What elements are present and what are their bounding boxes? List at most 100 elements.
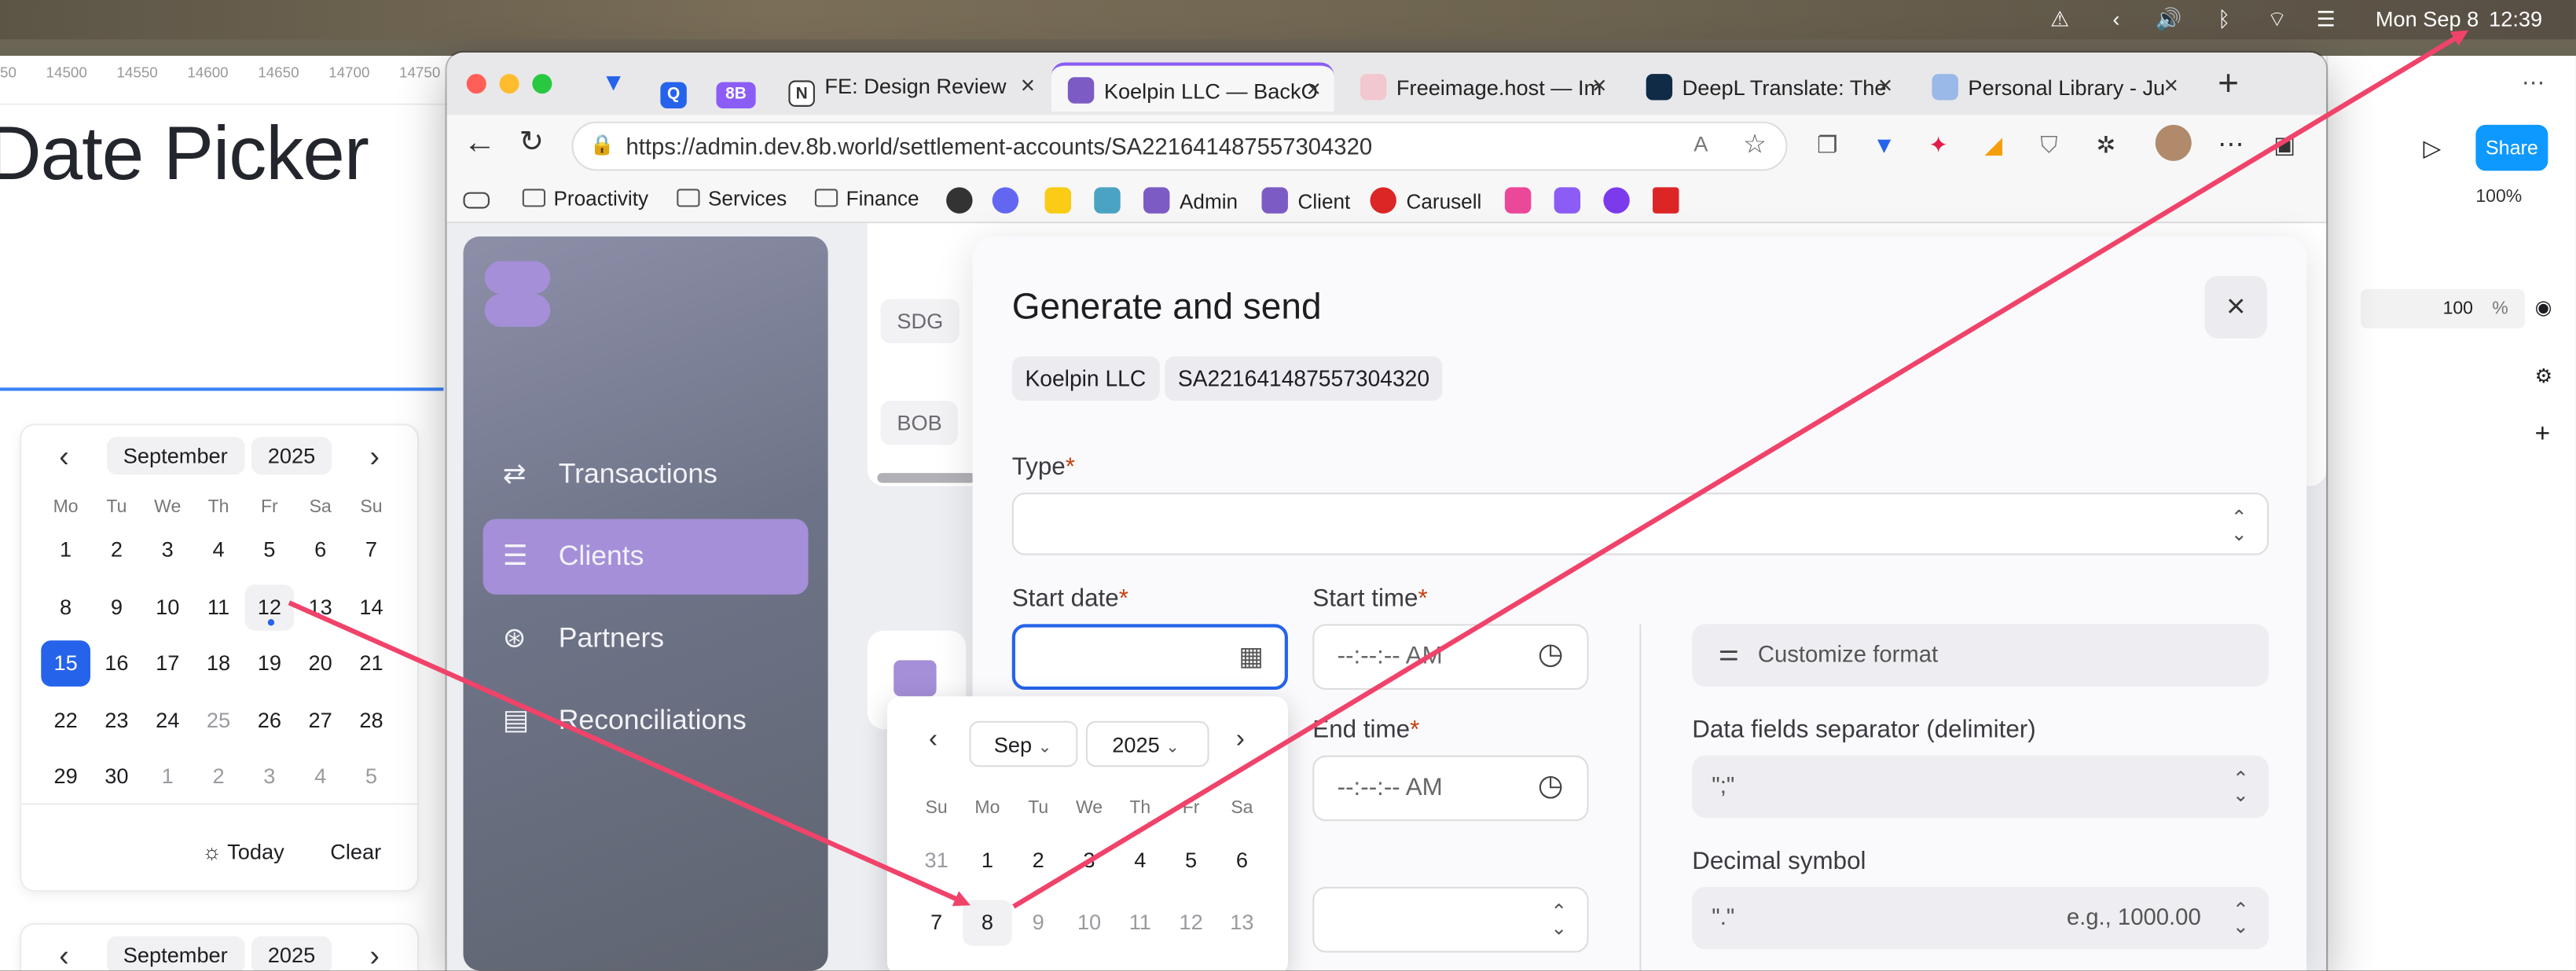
datepicker-day[interactable]: 5: [1166, 837, 1216, 884]
calendar-day[interactable]: 16: [92, 640, 141, 687]
bookmark-icon[interactable]: [1554, 187, 1581, 214]
prev-month-button[interactable]: ‹: [48, 440, 81, 475]
puzzle-icon[interactable]: ✲: [2096, 131, 2115, 159]
calendar-component[interactable]: ‹ September 2025 › Mo Tu We Th Fr Sa Su 123456…: [21, 425, 417, 891]
bluetooth-icon[interactable]: ᛒ: [2218, 6, 2230, 31]
year-select[interactable]: 2025 ⌄: [1085, 720, 1209, 768]
datepicker-day[interactable]: 6: [1217, 837, 1267, 884]
extension-icon[interactable]: ◢: [1984, 131, 2002, 159]
close-modal-button[interactable]: ×: [2204, 276, 2267, 339]
calendar-day[interactable]: 22: [41, 697, 90, 743]
share-button[interactable]: Share: [2475, 124, 2548, 171]
bookmark-folder[interactable]: Finance: [814, 187, 919, 211]
today-button[interactable]: ☼ Today: [202, 839, 284, 863]
tab-freeimage[interactable]: Freeimage.host — Im ×: [1344, 62, 1620, 112]
datepicker-day[interactable]: 10: [1065, 900, 1114, 947]
datepicker-day[interactable]: 9: [1014, 900, 1063, 947]
close-tab-icon[interactable]: ×: [1021, 72, 1035, 101]
opacity-field[interactable]: 100 %: [2361, 288, 2526, 329]
sidebar-item-clients[interactable]: ☰ Clients: [483, 518, 809, 595]
close-window-button[interactable]: [466, 74, 486, 94]
delimiter-select[interactable]: ";" ⌃ ⌄: [1692, 755, 2269, 819]
datepicker-day[interactable]: 12: [1166, 900, 1216, 947]
datepicker-day[interactable]: 11: [1115, 900, 1165, 947]
decimal-select[interactable]: "." e.g., 1000.00 ⌃ ⌄: [1692, 886, 2269, 950]
calendar-day[interactable]: 29: [41, 754, 90, 801]
shield-icon[interactable]: ⛉: [2040, 131, 2057, 159]
app-status-icon[interactable]: ⚠: [2050, 6, 2069, 32]
star-icon[interactable]: ☆: [1743, 128, 1767, 161]
clear-button[interactable]: Clear: [330, 839, 381, 863]
datepicker-day[interactable]: 3: [1065, 837, 1114, 884]
type-select[interactable]: ⌃ ⌄: [1011, 493, 2269, 555]
close-tab-icon[interactable]: ×: [1878, 72, 1892, 101]
back-icon[interactable]: ←: [464, 125, 497, 163]
calendar-day[interactable]: 10: [143, 584, 193, 630]
year-select[interactable]: 2025: [251, 437, 332, 475]
year-select[interactable]: 2025: [251, 936, 332, 971]
calendar-day[interactable]: 27: [295, 697, 345, 743]
datepicker-day[interactable]: 31: [912, 837, 961, 884]
calendar-day[interactable]: 3: [143, 527, 193, 573]
datepicker-day[interactable]: 4: [1115, 837, 1165, 884]
bookmark-carusell[interactable]: Carusell: [1370, 187, 1481, 214]
chatgpt-icon[interactable]: [946, 187, 973, 214]
prev-month-button[interactable]: ‹: [916, 726, 949, 756]
bookmark-icon[interactable]: [1653, 187, 1679, 214]
zoom-level[interactable]: 100%: [2475, 187, 2522, 207]
more-menu-icon[interactable]: ⋯: [2218, 128, 2244, 161]
calendar-day[interactable]: 18: [194, 640, 244, 687]
calendar-day[interactable]: 6: [295, 527, 345, 573]
tab-q[interactable]: Q: [654, 62, 700, 112]
calendar-day[interactable]: 25: [194, 697, 244, 743]
tab-koelpin[interactable]: Koelpin LLC — BackO ×: [1051, 62, 1334, 112]
pinned-tab-icon[interactable]: ▼: [601, 69, 626, 97]
avatar[interactable]: [2155, 124, 2192, 161]
sidebar-item-transactions[interactable]: ⇄ Transactions: [483, 437, 809, 512]
wifi-icon[interactable]: ⌔: [2267, 6, 2288, 32]
read-aloud-icon[interactable]: A: [1693, 131, 1708, 156]
calendar-day[interactable]: 8: [41, 584, 90, 630]
menubar-time[interactable]: 12:39: [2489, 6, 2542, 31]
calendar-day[interactable]: 30: [92, 754, 141, 801]
bookmark-icon[interactable]: [992, 187, 1019, 214]
next-month-button[interactable]: ›: [1224, 726, 1257, 756]
volume-icon[interactable]: 🔊: [2156, 6, 2182, 32]
calendar-icon[interactable]: ▦: [1238, 640, 1264, 673]
calendar-day[interactable]: 24: [143, 697, 193, 743]
tab-deepl[interactable]: DeepL Translate: The ×: [1630, 62, 1906, 112]
adjust-icon[interactable]: ⚙: [2535, 365, 2553, 387]
collections-icon[interactable]: ❐: [1817, 131, 1837, 159]
calendar-day[interactable]: 4: [295, 754, 345, 801]
bookmark-icon[interactable]: [1094, 187, 1121, 214]
select-field[interactable]: ⌃ ⌄: [1312, 886, 1589, 953]
bookmark-icon[interactable]: [1504, 187, 1532, 214]
chevron-left-icon[interactable]: ‹: [2112, 6, 2119, 31]
date-picker-popup[interactable]: ‹ Sep ⌄ 2025 ⌄ › Su Mo Tu We Th Fr Sa 31 1 2 3 4 5 6…: [886, 696, 1288, 971]
calendar-day[interactable]: 3: [244, 754, 294, 801]
url-field[interactable]: 🔒 https://admin.dev.8b.world/settlement-…: [571, 121, 1788, 171]
8b-logo[interactable]: [483, 259, 559, 328]
month-select[interactable]: September: [106, 936, 244, 971]
bookmark-icon[interactable]: [1603, 187, 1630, 214]
tab-8b[interactable]: 8B: [710, 62, 765, 112]
bookmark-icon[interactable]: [1044, 187, 1072, 214]
datepicker-day[interactable]: 1: [963, 837, 1012, 884]
close-tab-icon[interactable]: ×: [1306, 75, 1320, 104]
prev-month-button[interactable]: ‹: [48, 940, 81, 971]
month-select[interactable]: Sep ⌄: [969, 720, 1078, 768]
calendar-day[interactable]: 26: [244, 697, 294, 743]
close-tab-icon[interactable]: ×: [2164, 72, 2178, 101]
tab-design-review[interactable]: N FE: Design Review ×: [772, 62, 1048, 112]
calendar-day[interactable]: 17: [143, 640, 193, 687]
calendar-day[interactable]: 15: [41, 640, 90, 687]
calendar-day[interactable]: 2: [92, 527, 141, 573]
clock-icon[interactable]: ◷: [1538, 768, 1564, 803]
start-time-input[interactable]: --:--:-- AM ◷: [1312, 624, 1589, 691]
extension-icon[interactable]: ✦: [1928, 131, 1948, 159]
play-icon[interactable]: ▷: [2423, 134, 2441, 163]
datepicker-day[interactable]: 2: [1014, 837, 1063, 884]
bookmark-admin[interactable]: Admin: [1143, 187, 1238, 214]
new-tab-icon[interactable]: +: [2218, 62, 2239, 104]
calendar-day[interactable]: 1: [41, 527, 90, 573]
